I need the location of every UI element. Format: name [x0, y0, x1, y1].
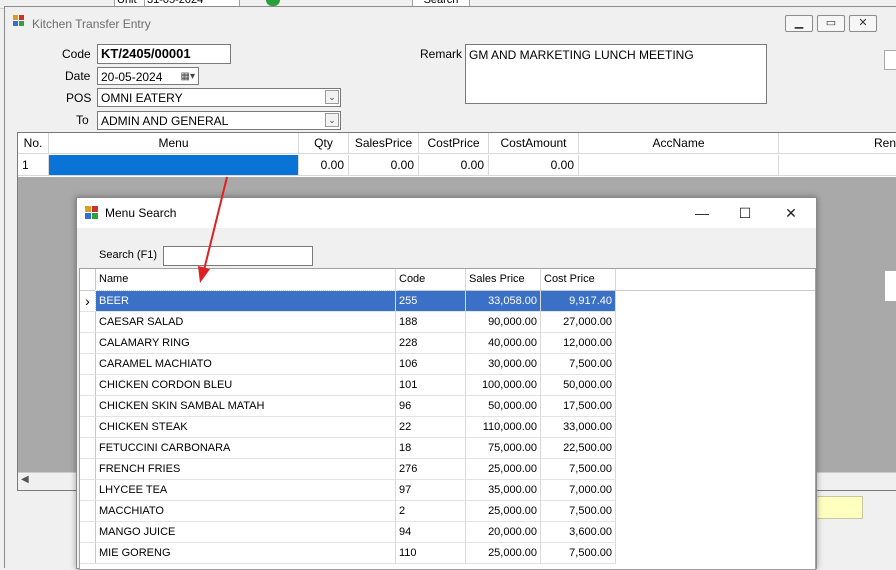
annotation-arrow: [198, 176, 228, 283]
